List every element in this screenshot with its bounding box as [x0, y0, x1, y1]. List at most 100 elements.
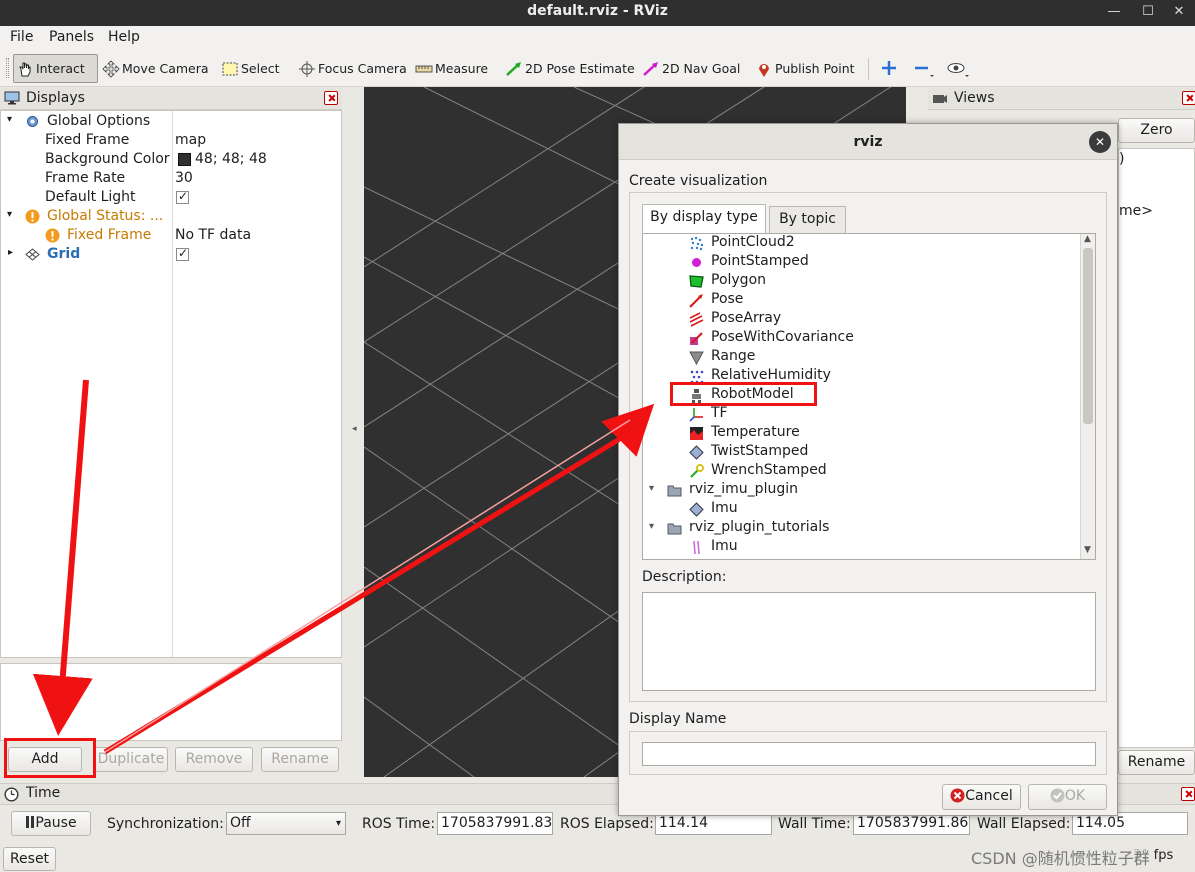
wrench-icon: [689, 464, 704, 479]
imu2-icon: [689, 540, 704, 555]
scroll-down-icon[interactable]: ▼: [1084, 545, 1091, 555]
tree-row-grid[interactable]: ▸ Grid: [1, 245, 341, 264]
dialog-close-icon[interactable]: ✕: [1089, 131, 1111, 153]
ok-label: OK: [1064, 788, 1086, 804]
camera-icon: [932, 92, 948, 106]
tool-2d-nav-goal[interactable]: 2D Nav Goal: [640, 54, 740, 83]
list-item-label: Pose: [711, 291, 744, 307]
add-tool-plus-icon[interactable]: [880, 59, 898, 77]
wall-time-label: Wall Time:: [778, 816, 851, 832]
views-rename-button[interactable]: Rename: [1118, 750, 1195, 775]
expand-down-icon[interactable]: ▾: [7, 209, 12, 220]
tree-label: Fixed Frame: [45, 132, 130, 148]
tree-label: Global Options: [47, 113, 151, 129]
remove-tool-minus-icon[interactable]: [913, 59, 937, 79]
views-partial-text: ): [1119, 151, 1125, 167]
tree-value: No TF data: [175, 227, 252, 243]
sync-label: Synchronization:: [107, 816, 224, 832]
tree-row-background-color[interactable]: Background Color 48; 48; 48: [1, 150, 341, 169]
posearray-icon: [689, 312, 704, 327]
close-icon[interactable]: ✕: [1169, 2, 1189, 22]
warning-icon: [45, 228, 60, 243]
create-visualization-label: Create visualization: [629, 173, 768, 189]
description-label: Description:: [642, 569, 727, 585]
views-partial-text: me>: [1119, 203, 1153, 219]
expand-down-icon[interactable]: ▾: [649, 483, 654, 494]
minimize-icon[interactable]: —: [1104, 2, 1124, 22]
eye-icon[interactable]: [946, 59, 972, 79]
list-scrollbar[interactable]: ▲ ▼: [1080, 234, 1095, 559]
list-item-label: TF: [711, 405, 728, 421]
rename-display-button[interactable]: Rename: [261, 747, 339, 772]
tool-focus-camera[interactable]: Focus Camera: [296, 54, 407, 83]
tree-value[interactable]: 48; 48; 48: [195, 151, 267, 167]
grid-enabled-checkbox[interactable]: [176, 246, 189, 263]
list-item-label: Polygon: [711, 272, 767, 288]
menu-help[interactable]: Help: [108, 29, 140, 45]
posecov-icon: [689, 331, 704, 346]
tree-value[interactable]: map: [175, 132, 206, 148]
point-icon: [689, 255, 704, 270]
tree-row-fixed-frame[interactable]: Fixed Frame map: [1, 131, 341, 150]
list-item-label: Temperature: [711, 424, 800, 440]
pose-icon: [689, 293, 704, 308]
list-item-label: PointCloud2: [711, 234, 795, 250]
tool-select[interactable]: Select: [219, 54, 280, 83]
polygon-icon: [689, 274, 704, 289]
color-swatch[interactable]: [178, 153, 191, 166]
list-item-label: PoseWithCovariance: [711, 329, 854, 345]
expand-right-icon[interactable]: ▸: [8, 247, 13, 258]
sync-select[interactable]: Off ▾: [226, 812, 346, 835]
views-close-icon[interactable]: [1182, 91, 1195, 105]
ros-time-field[interactable]: 1705837991.83: [437, 812, 553, 835]
tree-value[interactable]: 30: [175, 170, 193, 186]
tree-row-global-status[interactable]: ▾ Global Status: ...: [1, 207, 341, 226]
menu-file[interactable]: File: [10, 29, 33, 45]
expand-down-icon[interactable]: ▾: [649, 521, 654, 532]
tool-move-camera[interactable]: Move Camera: [100, 54, 209, 83]
menu-panels[interactable]: Panels: [49, 29, 94, 45]
expand-down-icon[interactable]: ▾: [7, 114, 12, 125]
tool-publish-point[interactable]: Publish Point: [753, 54, 855, 83]
tab-by-topic[interactable]: By topic: [769, 206, 846, 233]
remove-display-button[interactable]: Remove: [175, 747, 253, 772]
tool-measure[interactable]: Measure: [413, 54, 488, 83]
list-item-label: rviz_imu_plugin: [689, 481, 798, 497]
list-item-label: WrenchStamped: [711, 462, 827, 478]
tab-by-display-type[interactable]: By display type: [642, 204, 766, 233]
default-light-checkbox[interactable]: [176, 189, 189, 206]
pause-button[interactable]: Pause: [11, 811, 91, 836]
panel-splitter[interactable]: ◂: [346, 88, 364, 777]
tree-label: Default Light: [45, 189, 136, 205]
tree-label: Background Color: [45, 151, 170, 167]
ok-button[interactable]: OK: [1028, 784, 1107, 810]
dialog-title: rviz: [619, 124, 1117, 160]
collapse-left-icon[interactable]: ◂: [352, 424, 357, 434]
tree-row-frame-rate[interactable]: Frame Rate 30: [1, 169, 341, 188]
tool-2d-pose-estimate-label: 2D Pose Estimate: [525, 61, 635, 76]
tool-select-label: Select: [241, 61, 280, 76]
cancel-button[interactable]: Cancel: [942, 784, 1021, 810]
display-name-input[interactable]: [642, 742, 1096, 766]
list-item-label: rviz_plugin_tutorials: [689, 519, 830, 535]
displays-close-icon[interactable]: [324, 91, 338, 105]
displays-panel-title: Displays: [26, 90, 85, 106]
tree-row-global-options[interactable]: ▾ Global Options: [1, 112, 341, 131]
scroll-up-icon[interactable]: ▲: [1084, 234, 1091, 244]
tool-publish-point-label: Publish Point: [775, 61, 855, 76]
maximize-icon[interactable]: ☐: [1138, 2, 1158, 22]
window-title: default.rviz - RViz: [527, 3, 668, 19]
scroll-thumb[interactable]: [1083, 248, 1093, 424]
tree-row-fixed-frame-status[interactable]: Fixed Frame No TF data: [1, 226, 341, 245]
tool-interact[interactable]: Interact: [13, 54, 98, 83]
duplicate-display-button[interactable]: Duplicate: [94, 747, 168, 772]
temperature-icon: [689, 426, 704, 441]
tree-row-default-light[interactable]: Default Light: [1, 188, 341, 207]
views-list: ) me>: [1118, 148, 1195, 748]
time-panel-title: Time: [26, 785, 61, 801]
toolbar-grip[interactable]: [6, 58, 9, 78]
tool-2d-pose-estimate[interactable]: 2D Pose Estimate: [503, 54, 635, 83]
zero-button[interactable]: Zero: [1118, 118, 1195, 143]
reset-button[interactable]: Reset: [3, 847, 56, 871]
time-close-icon[interactable]: [1181, 787, 1195, 801]
